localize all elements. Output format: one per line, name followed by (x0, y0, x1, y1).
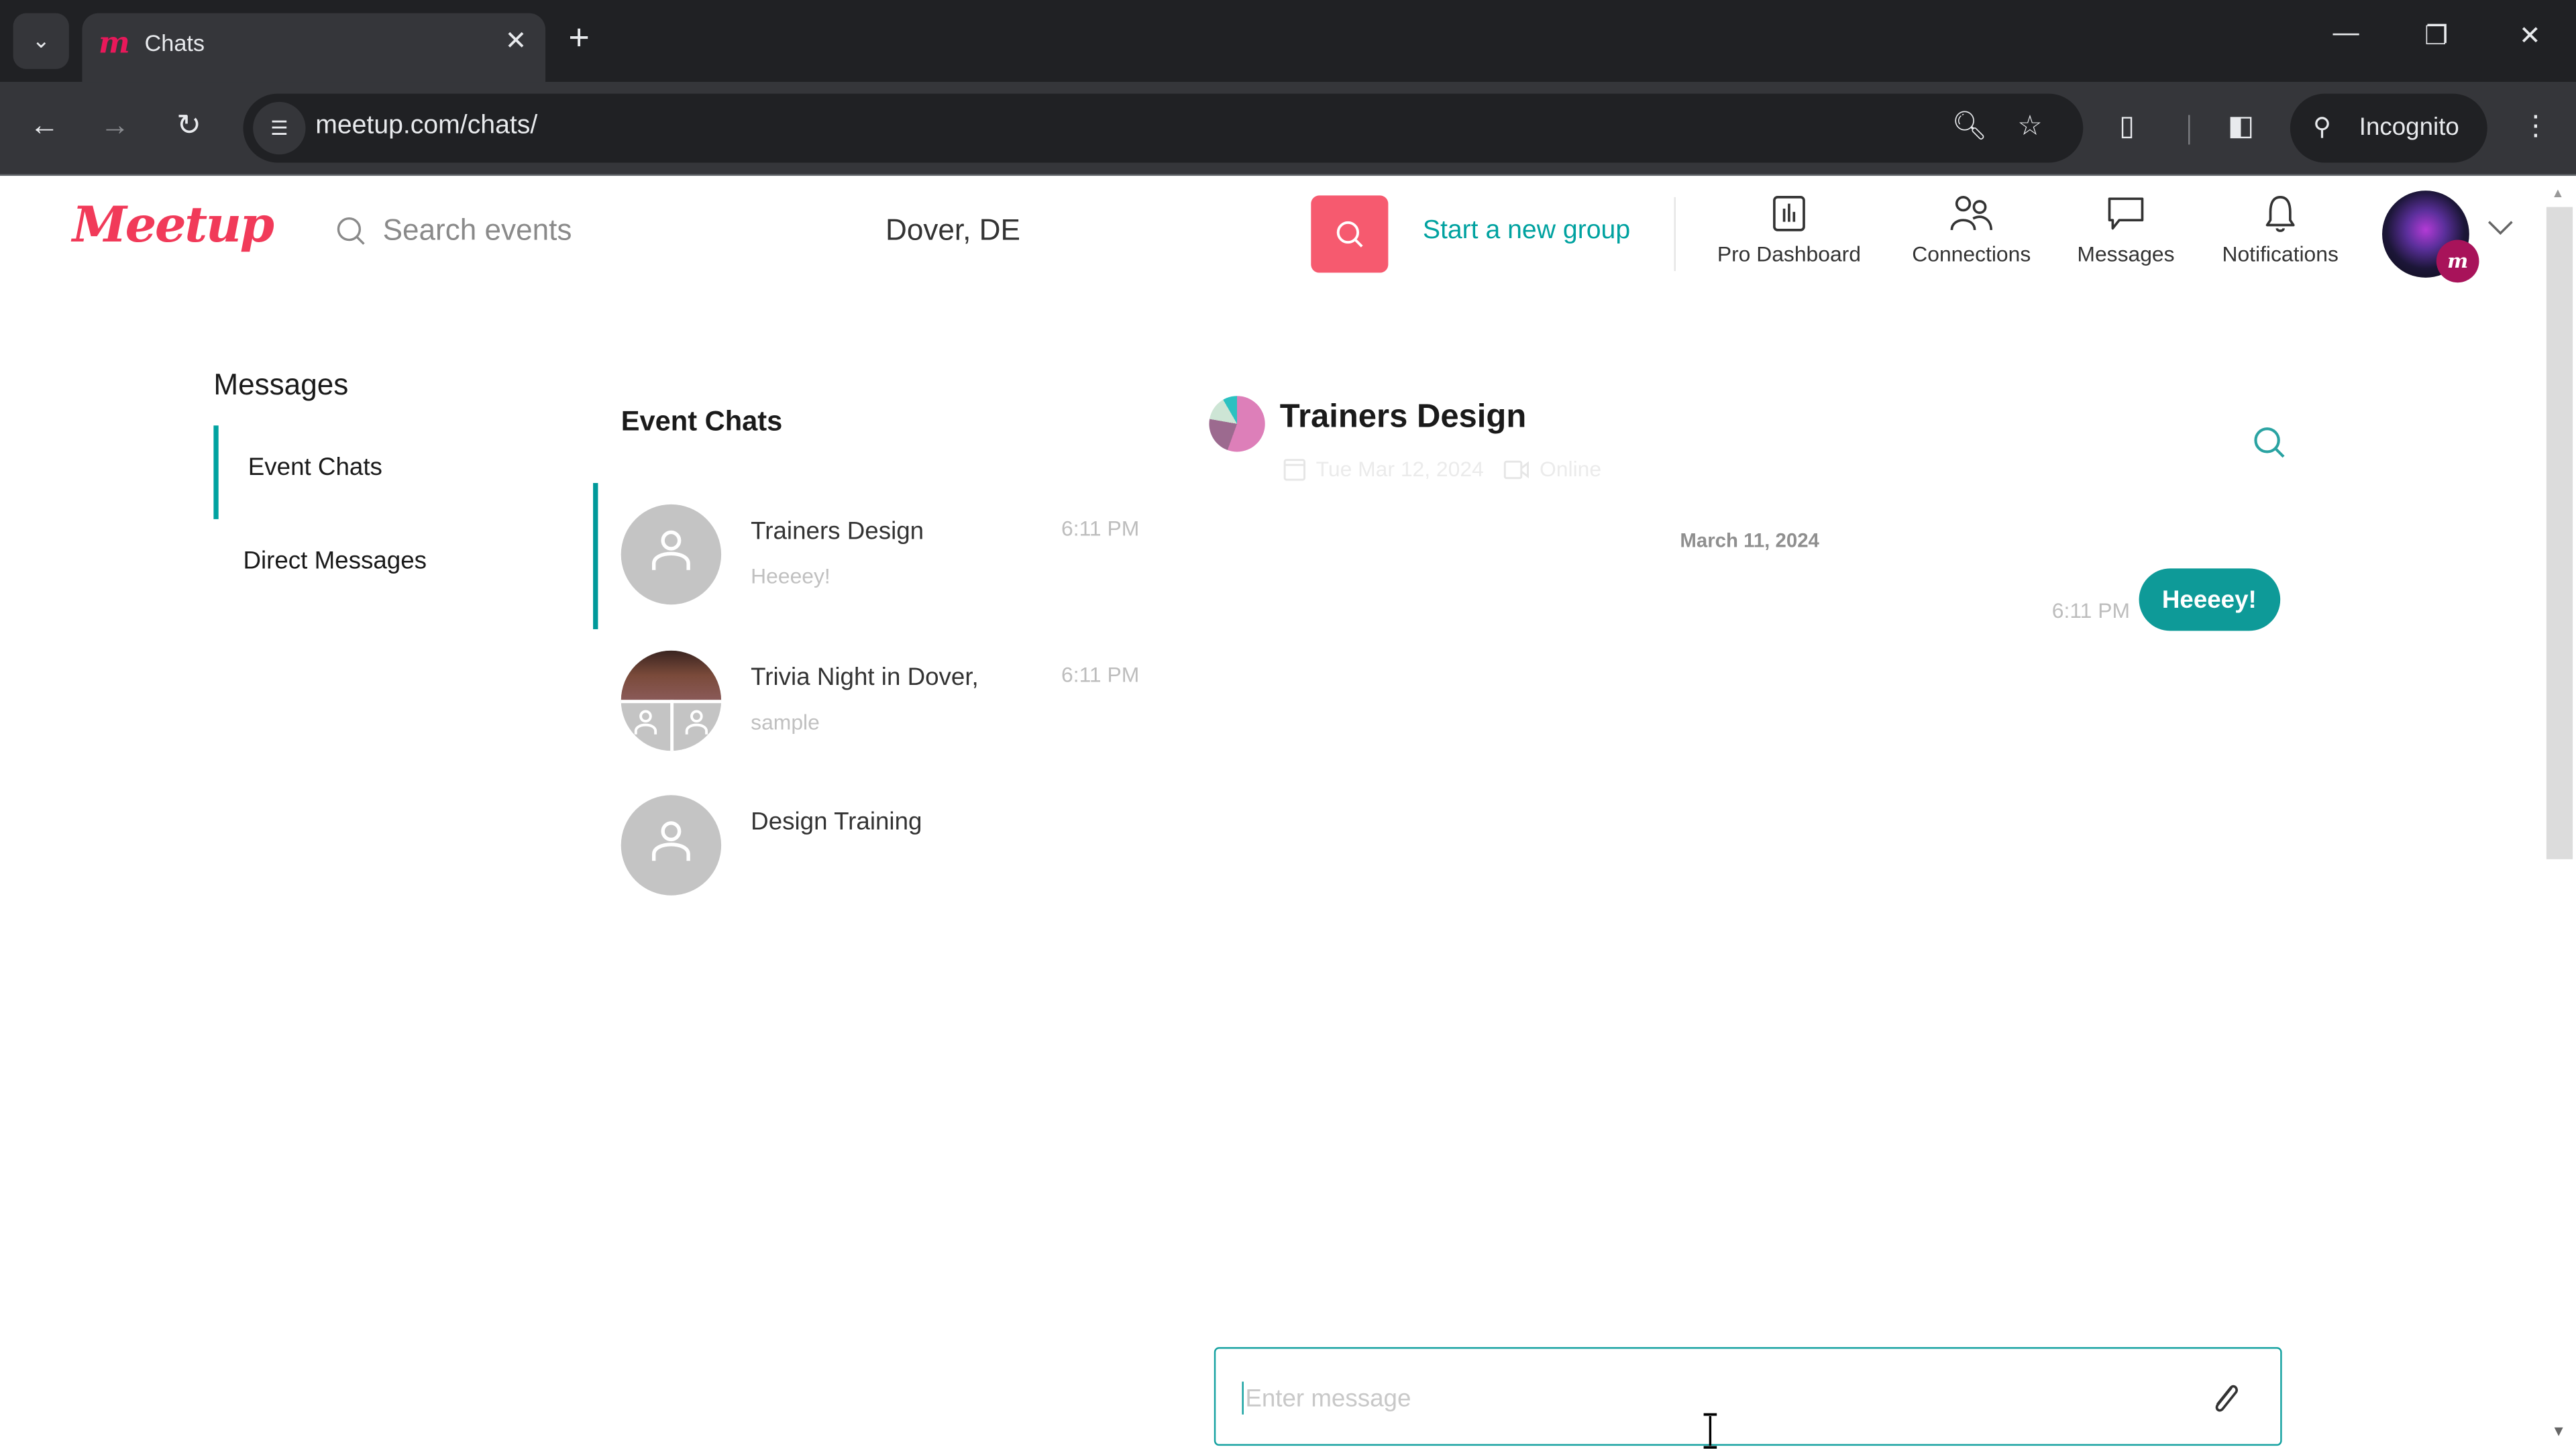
event-avatar (1209, 396, 1265, 452)
chat-name: Trainers Design (751, 517, 924, 546)
event-location: Online (1540, 456, 1602, 482)
url-text[interactable]: meetup.com/chats/ (315, 112, 537, 142)
new-tab-icon[interactable]: + (568, 19, 589, 56)
person-placeholder-icon (652, 530, 690, 570)
group-avatar (621, 504, 722, 605)
side-panel-icon[interactable]: ◧ (2228, 110, 2254, 143)
chat-preview: sample (751, 709, 820, 735)
messages-heading: Messages (213, 368, 349, 401)
search-icon[interactable] (2251, 424, 2290, 464)
nav-pro-dashboard[interactable]: Pro Dashboard (1709, 194, 1870, 266)
nav-label: Pro Dashboard (1717, 241, 1862, 266)
chat-time: 6:11 PM (1061, 661, 1140, 687)
chat-list-item[interactable]: Trivia Night in Dover, sample 6:11 PM (621, 650, 1147, 782)
browser-toolbar: ← → ↻ ☰ meetup.com/chats/ 🔍︎ ☆ ▯ ◧ ⚲ Inc… (0, 82, 2576, 176)
nav-label: Connections (1912, 241, 2031, 266)
meetup-favicon-icon: m (98, 26, 130, 61)
extensions-icon[interactable]: ▯ (2119, 110, 2135, 143)
search-icon (337, 217, 365, 245)
chat-name: Trivia Night in Dover, (751, 663, 979, 692)
message-composer[interactable] (1214, 1347, 2282, 1446)
chat-time: 6:11 PM (1061, 515, 1140, 541)
member-photo (621, 650, 722, 700)
nav-label: Messages (2077, 241, 2175, 266)
zoom-icon[interactable]: 🔍︎ (1951, 110, 1987, 143)
chat-name: Design Training (751, 808, 922, 837)
restore-icon[interactable]: ❐ (2412, 19, 2461, 52)
sidebar-item-direct-messages[interactable]: Direct Messages (243, 547, 427, 576)
calendar-icon (1283, 459, 1305, 481)
person-placeholder-icon (634, 710, 708, 735)
nav-connections[interactable]: Connections (1900, 194, 2042, 266)
group-avatar (621, 795, 722, 896)
chat-bubble-icon (2108, 197, 2144, 230)
sidebar-item-event-chats[interactable]: Event Chats (248, 453, 382, 482)
scroll-down-arrow-icon[interactable]: ▼ (2551, 1423, 2566, 1439)
video-icon (1504, 460, 1529, 478)
nav-notifications[interactable]: Notifications (2210, 194, 2351, 266)
text-caret (1242, 1381, 1244, 1415)
search-button[interactable] (1311, 195, 1389, 273)
tab-title: Chats (144, 30, 205, 56)
nav-label: Notifications (2222, 241, 2339, 266)
window-close-icon[interactable]: ✕ (2506, 19, 2555, 52)
conversation-title[interactable]: Trainers Design (1280, 399, 1527, 437)
incognito-indicator[interactable]: ⚲ Incognito (2290, 93, 2487, 163)
chart-icon (1773, 196, 1805, 231)
nav-messages[interactable]: Messages (2067, 194, 2185, 266)
event-meta: Tue Mar 12, 2024 Online (1283, 457, 1601, 482)
location-input[interactable]: Dover, DE (885, 213, 1020, 248)
people-icon (1950, 196, 1993, 231)
reload-icon[interactable]: ↻ (169, 109, 209, 143)
back-icon[interactable]: ← (25, 109, 64, 143)
browser-tab[interactable]: m Chats ✕ (82, 13, 546, 83)
start-new-group-link[interactable]: Start a new group (1423, 217, 1630, 246)
bell-icon (2265, 196, 2295, 232)
date-separator: March 11, 2024 (1680, 529, 1819, 552)
chat-list-heading: Event Chats (621, 405, 783, 437)
screen: ⌄ m Chats ✕ + — ❐ ✕ ← → ↻ ☰ meetup.com/c… (0, 0, 2576, 1449)
browser-tab-bar: ⌄ m Chats ✕ + — ❐ ✕ (0, 0, 2576, 83)
tab-search-icon[interactable]: ⌄ (13, 13, 69, 69)
event-date: Tue Mar 12, 2024 (1316, 456, 1484, 482)
chat-preview: Heeeey! (751, 564, 830, 588)
group-avatar (621, 650, 722, 751)
message-time: 6:11 PM (2051, 598, 2130, 623)
chat-list-item[interactable]: Trainers Design Heeeey! 6:11 PM (621, 504, 1147, 636)
minimize-icon[interactable]: — (2321, 19, 2370, 49)
meetup-logo[interactable]: Meetup (72, 197, 274, 255)
bookmark-star-icon[interactable]: ☆ (2017, 110, 2042, 143)
close-icon[interactable]: ✕ (499, 25, 532, 58)
chat-list-item[interactable]: Design Training (621, 795, 1147, 926)
address-bar[interactable]: ☰ meetup.com/chats/ 🔍︎ ☆ (243, 93, 2084, 163)
person-placeholder-icon (652, 821, 690, 861)
search-events-input[interactable]: Search events (383, 213, 572, 248)
paperclip-icon[interactable] (2205, 1379, 2245, 1418)
active-chat-indicator (593, 483, 598, 629)
message-input[interactable] (1242, 1378, 2169, 1418)
chevron-down-icon[interactable] (2487, 220, 2514, 236)
incognito-label: Incognito (2359, 113, 2459, 142)
active-indicator (213, 425, 219, 519)
header-divider (1674, 197, 1676, 272)
site-info-icon[interactable]: ☰ (253, 101, 306, 155)
mouse-cursor-ibeam-icon (1703, 1413, 1717, 1449)
incognito-icon: ⚲ (2313, 113, 2332, 142)
meetup-plus-badge: m (2436, 239, 2479, 283)
scrollbar-thumb[interactable] (2546, 207, 2573, 859)
forward-icon[interactable]: → (95, 109, 135, 143)
message-bubble-outgoing[interactable]: Heeeey! (2139, 568, 2280, 631)
menu-icon[interactable]: ⋮ (2522, 110, 2550, 143)
toolbar-divider (2188, 115, 2190, 145)
scroll-up-arrow-icon[interactable]: ▲ (2551, 186, 2564, 201)
search-icon (1336, 220, 1362, 247)
